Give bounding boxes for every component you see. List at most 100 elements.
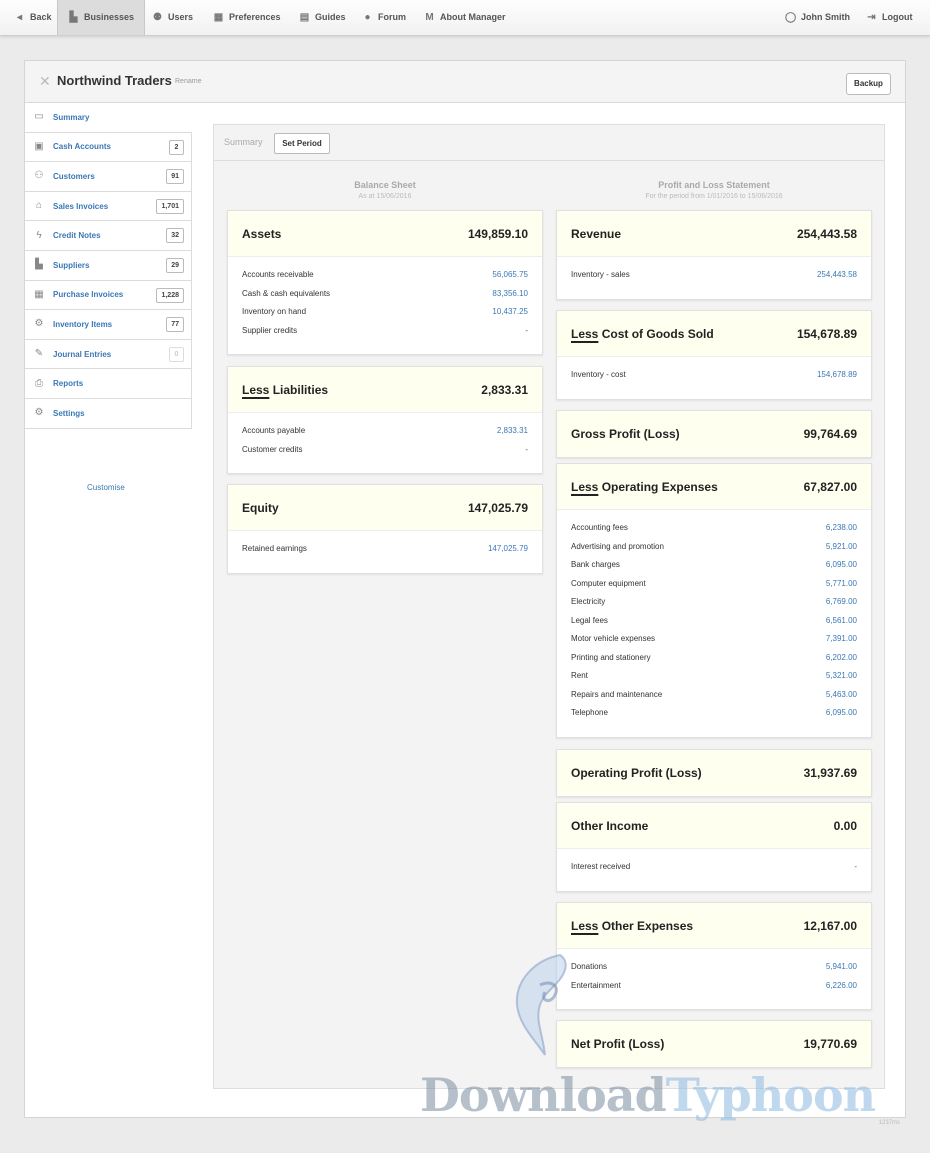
back-button[interactable]: ◂ Back [6, 0, 60, 35]
count-badge: 77 [166, 317, 184, 333]
account-value: - [525, 325, 528, 335]
calendar-icon: ▦ [34, 288, 44, 300]
account-value-link[interactable]: 6,561.00 [826, 616, 857, 635]
account-value-link[interactable]: 6,095.00 [826, 560, 857, 579]
factory-icon: ▙ [35, 259, 43, 271]
account-value-link[interactable]: 6,095.00 [826, 708, 857, 727]
close-icon[interactable]: ✕ [39, 73, 51, 90]
account-value-link[interactable]: 147,025.79 [488, 544, 528, 563]
nav-forum[interactable]: ● Forum [354, 0, 414, 35]
account-value-link[interactable]: 6,202.00 [826, 653, 857, 672]
card-header: Revenue 254,443.58 [557, 211, 871, 257]
account-row: Cash & cash equivalents 83,356.10 [242, 289, 528, 308]
account-value-link[interactable]: 6,769.00 [826, 597, 857, 616]
backup-button[interactable]: Backup [846, 73, 891, 95]
account-row: Customer credits - [242, 445, 528, 464]
card-header: Other Income 0.00 [557, 803, 871, 849]
calendar-icon: ▦ [213, 12, 224, 23]
logout-button[interactable]: ⇥ Logout [858, 0, 921, 35]
account-value-link[interactable]: 2,833.31 [497, 426, 528, 445]
count-badge: 2 [169, 139, 184, 155]
equity-card: Equity 147,025.79 Retained earnings 147,0… [227, 484, 543, 574]
account-row: Accounts payable 2,833.31 [242, 426, 528, 445]
account-value-link[interactable]: 7,391.00 [826, 634, 857, 653]
account-value-link[interactable]: 6,226.00 [826, 981, 857, 1000]
users-icon: ⚉ [153, 12, 162, 23]
sidebar-item-credit-notes[interactable]: ϟ Credit Notes 32 [25, 221, 192, 251]
account-row: Advertising and promotion 5,921.00 [571, 542, 857, 561]
user-icon: ◯ [785, 12, 797, 23]
sidebar-item-settings[interactable]: ⚙ Settings [25, 398, 192, 429]
customise-link[interactable]: Customise [87, 483, 125, 492]
tab-summary[interactable]: Summary [224, 137, 263, 147]
sidebar-item-suppliers[interactable]: ▙ Suppliers 29 [25, 250, 192, 281]
card-header: Gross Profit (Loss) 99,764.69 [557, 411, 871, 457]
render-time: 1237ms [878, 1120, 900, 1126]
gears-icon: ⚙ [34, 318, 44, 330]
liabilities-card: Less Liabilities 2,833.31 Accounts payab… [227, 366, 543, 474]
sidebar-item-sales-invoices[interactable]: ⌂ Sales Invoices 1,701 [25, 191, 192, 222]
card-header: Operating Profit (Loss) 31,937.69 [557, 750, 871, 796]
rename-link[interactable]: Rename [175, 78, 201, 85]
summary-panel: Summary Set Period Balance Sheet As at 1… [213, 124, 885, 1089]
account-row: Repairs and maintenance 5,463.00 [571, 690, 857, 709]
nav-users[interactable]: ⚉ Users [144, 0, 201, 35]
sidebar-item-purchase-invoices[interactable]: ▦ Purchase Invoices 1,228 [25, 280, 192, 311]
account-row: Bank charges 6,095.00 [571, 560, 857, 579]
account-value-link[interactable]: 6,238.00 [826, 523, 857, 542]
account-value-link[interactable]: 5,463.00 [826, 690, 857, 709]
nav-businesses[interactable]: ▙ Businesses [57, 0, 146, 35]
account-value-link[interactable]: 10,437.25 [492, 307, 528, 326]
book-icon: ▤ [299, 12, 310, 23]
buildings-icon: ▙ [69, 12, 78, 23]
account-value-link[interactable]: 254,443.58 [817, 270, 857, 289]
account-value-link[interactable]: 5,921.00 [826, 542, 857, 561]
account-row: Interest received - [571, 862, 857, 881]
back-arrow-icon: ◂ [16, 12, 23, 23]
account-row: Supplier credits - [242, 326, 528, 345]
sidebar: ▭ Summary ▣ Cash Accounts 2 ⚇ Customers … [25, 103, 192, 492]
account-value-link[interactable]: 5,321.00 [826, 671, 857, 690]
card-header: Less Liabilities 2,833.31 [228, 367, 542, 413]
sidebar-item-customers[interactable]: ⚇ Customers 91 [25, 162, 192, 192]
account-row: Inventory - sales 254,443.58 [571, 270, 857, 289]
account-value: - [525, 444, 528, 454]
sidebar-item-inventory-items[interactable]: ⚙ Inventory Items 77 [25, 310, 192, 340]
nav-user[interactable]: ◯ John Smith [777, 0, 858, 35]
set-period-button[interactable]: Set Period [274, 133, 330, 154]
account-row: Electricity 6,769.00 [571, 597, 857, 616]
account-value-link[interactable]: 83,356.10 [492, 289, 528, 308]
assets-card: Assets 149,859.10 Accounts receivable 56,… [227, 210, 543, 355]
business-name: Northwind Traders [57, 73, 172, 88]
other-expenses-card: Less Other Expenses 12,167.00 Donations 5… [556, 902, 872, 1010]
account-value-link[interactable]: 154,678.89 [817, 370, 857, 389]
balance-sheet-title: Balance Sheet [354, 180, 416, 190]
operating-expenses-card: Less Operating Expenses 67,827.00 Accoun… [556, 463, 872, 738]
sidebar-item-journal-entries[interactable]: ✎ Journal Entries 0 [25, 339, 192, 370]
count-badge: 29 [166, 257, 184, 273]
account-row: Legal fees 6,561.00 [571, 616, 857, 635]
profit-loss-title: Profit and Loss Statement [658, 180, 770, 190]
nav-preferences[interactable]: ▦ Preferences [205, 0, 289, 35]
sidebar-item-cash-accounts[interactable]: ▣ Cash Accounts 2 [25, 132, 192, 163]
account-value-link[interactable]: 56,065.75 [492, 270, 528, 289]
business-frame: ✕ Northwind Traders Rename Backup ▭ Summ… [24, 60, 906, 1118]
card-header: Less Other Expenses 12,167.00 [557, 903, 871, 949]
account-value-link[interactable]: 5,941.00 [826, 962, 857, 981]
account-value-link[interactable]: 5,771.00 [826, 579, 857, 598]
other-income-card: Other Income 0.00 Interest received - [556, 802, 872, 892]
feather-icon: ✎ [34, 348, 44, 360]
sidebar-item-summary[interactable]: ▭ Summary [25, 103, 192, 133]
inbox-icon: ⌂ [35, 200, 43, 212]
account-row: Rent 5,321.00 [571, 671, 857, 690]
nav-about[interactable]: M About Manager [416, 0, 514, 35]
top-navigation: ◂ Back ▙ Businesses ⚉ Users ▦ Preference… [0, 0, 930, 36]
sidebar-item-reports[interactable]: ⎙ Reports [25, 369, 192, 399]
typhoon-logo-watermark [515, 953, 567, 1056]
card-header: Assets 149,859.10 [228, 211, 542, 257]
gears-icon: ⚙ [34, 407, 44, 419]
account-value: - [854, 862, 857, 871]
cash-register-icon: ▣ [34, 140, 44, 152]
nav-guides[interactable]: ▤ Guides [291, 0, 354, 35]
manager-logo-icon: M [425, 12, 434, 23]
